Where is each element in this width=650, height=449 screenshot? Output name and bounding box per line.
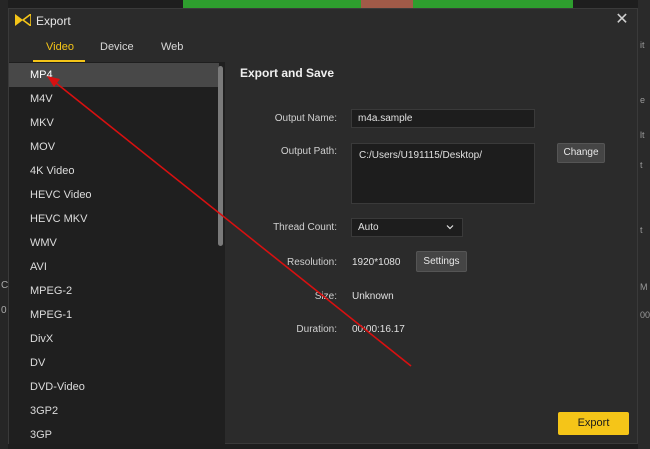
- format-item-mkv[interactable]: MKV: [9, 111, 219, 135]
- duration-value: 00:00:16.17: [352, 324, 405, 335]
- format-item-hevc-mkv[interactable]: HEVC MKV: [9, 207, 219, 231]
- format-item-dv[interactable]: DV: [9, 351, 219, 375]
- background-hint: t: [640, 160, 643, 170]
- resolution-value: 1920*1080: [352, 257, 401, 268]
- format-item-mov[interactable]: MOV: [9, 135, 219, 159]
- size-value: Unknown: [352, 291, 394, 302]
- section-title: Export and Save: [240, 66, 335, 80]
- format-item-wmv[interactable]: WMV: [9, 231, 219, 255]
- output-path-label: Output Path:: [280, 146, 337, 157]
- background-hint: 00: [640, 310, 650, 320]
- background-video-subject: [361, 0, 413, 8]
- tab-device[interactable]: Device: [100, 41, 134, 53]
- resolution-settings-button[interactable]: Settings: [416, 251, 467, 272]
- export-button[interactable]: Export: [558, 412, 629, 435]
- tab-video[interactable]: Video: [46, 41, 74, 53]
- background-hint: M: [640, 282, 648, 292]
- format-item-mp4[interactable]: MP4: [9, 63, 219, 87]
- background-hint: lt: [640, 130, 645, 140]
- background-hint: e: [640, 95, 646, 105]
- format-item-m4v[interactable]: M4V: [9, 87, 219, 111]
- chevron-down-icon: [446, 225, 454, 230]
- format-item-3gp2[interactable]: 3GP2: [9, 399, 219, 423]
- resolution-label: Resolution:: [286, 257, 337, 268]
- background-hint: t: [640, 225, 643, 235]
- format-item-mpeg-2[interactable]: MPEG-2: [9, 279, 219, 303]
- format-item-mpeg-1[interactable]: MPEG-1: [9, 303, 219, 327]
- format-item-3gp[interactable]: 3GP: [9, 423, 219, 444]
- thread-count-select[interactable]: Auto: [351, 218, 463, 237]
- format-item-divx[interactable]: DivX: [9, 327, 219, 351]
- format-tabs: Video Device Web: [9, 37, 224, 62]
- format-item-hevc-video[interactable]: HEVC Video: [9, 183, 219, 207]
- background-right-panel: it e lt t t M 00: [638, 0, 650, 449]
- output-name-value: m4a.sample: [358, 113, 413, 124]
- export-settings-panel: Export and Save Output Name: m4a.sample …: [225, 33, 637, 443]
- size-label: Size:: [314, 291, 337, 302]
- output-name-label: Output Name:: [274, 113, 337, 124]
- app-logo-icon: [15, 14, 31, 26]
- close-icon[interactable]: ✕: [613, 11, 631, 29]
- background-hint: 0: [1, 305, 7, 316]
- background-hint: it: [640, 40, 645, 50]
- output-path-value: C:/Users/U191115/Desktop/: [359, 150, 483, 161]
- output-name-field[interactable]: m4a.sample: [351, 109, 535, 128]
- titlebar: Export ✕: [9, 9, 637, 33]
- format-item-dvd-video[interactable]: DVD-Video: [9, 375, 219, 399]
- tab-web[interactable]: Web: [161, 41, 183, 53]
- format-item-4k-video[interactable]: 4K Video: [9, 159, 219, 183]
- export-dialog: Export ✕ Video Device Web MP4 M4V MKV MO…: [8, 8, 638, 444]
- format-item-avi[interactable]: AVI: [9, 255, 219, 279]
- thread-count-value: Auto: [358, 222, 379, 233]
- duration-label: Duration:: [296, 324, 337, 335]
- thread-count-label: Thread Count:: [273, 222, 337, 233]
- output-path-field[interactable]: C:/Users/U191115/Desktop/: [351, 143, 535, 204]
- format-list: MP4 M4V MKV MOV 4K Video HEVC Video HEVC…: [9, 62, 225, 444]
- dialog-title: Export: [36, 14, 71, 28]
- change-path-button[interactable]: Change: [557, 143, 605, 163]
- background-left-panel: C 0: [0, 0, 8, 449]
